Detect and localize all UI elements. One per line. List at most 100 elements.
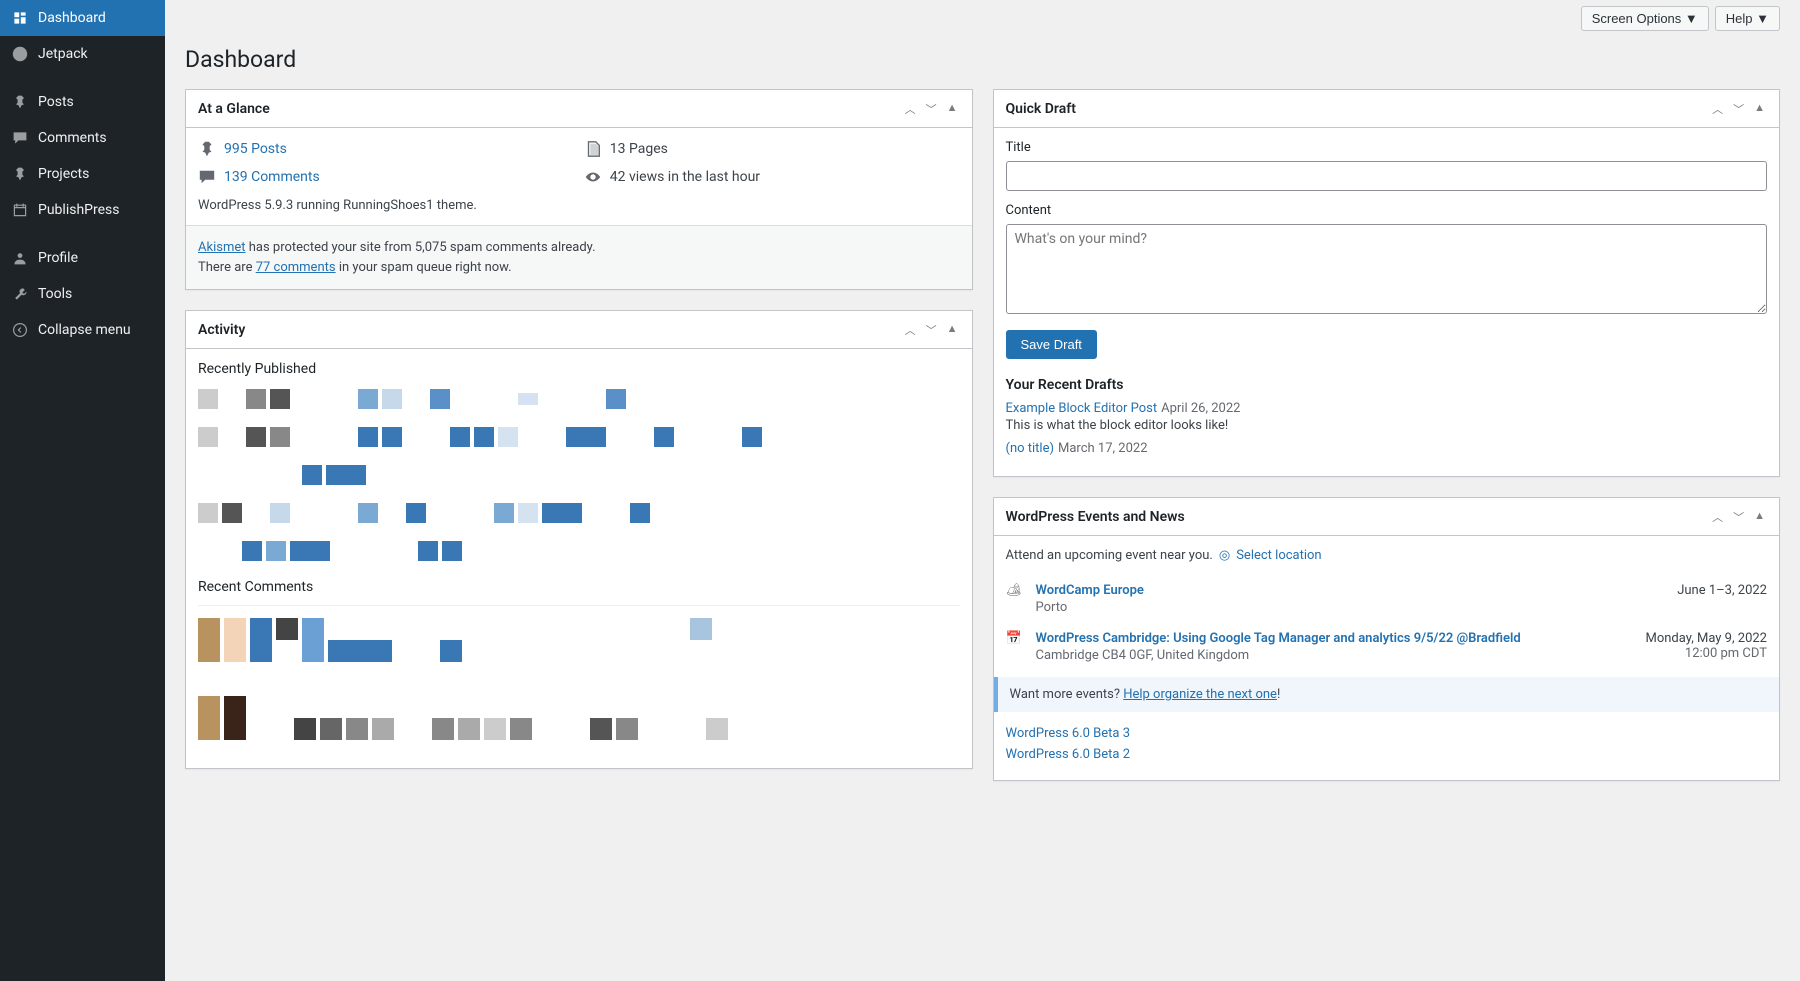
events-intro-text: Attend an upcoming event near you. xyxy=(1006,548,1213,563)
calendar-icon xyxy=(10,200,30,220)
glance-comments: 139 Comments xyxy=(198,168,574,186)
move-up-icon[interactable]: ︿ xyxy=(1710,99,1725,119)
main-content: Screen Options ▼ Help ▼ Dashboard At a G… xyxy=(165,0,1800,981)
views-text: 42 views in the last hour xyxy=(610,169,760,185)
eye-icon xyxy=(584,168,602,186)
draft-title-input[interactable] xyxy=(1006,161,1768,191)
sidebar-item-collapse[interactable]: Collapse menu xyxy=(0,312,165,348)
posts-link[interactable]: 995 Posts xyxy=(224,141,287,157)
draft-item: (no title)March 17, 2022 xyxy=(1006,441,1768,456)
content-label: Content xyxy=(1006,203,1768,218)
collapse-icon xyxy=(10,320,30,340)
sidebar-item-jetpack[interactable]: Jetpack xyxy=(0,36,165,72)
activity-widget: Activity ︿ ﹀ ▲ Recently Published xyxy=(185,310,973,769)
at-a-glance-widget: At a Glance ︿ ﹀ ▲ 995 Posts xyxy=(185,89,973,290)
events-news-widget: WordPress Events and News ︿ ﹀ ▲ Attend a… xyxy=(993,497,1781,781)
sidebar-item-label: Profile xyxy=(38,250,78,266)
meetup-icon: 📅 xyxy=(1006,631,1026,663)
widget-title: WordPress Events and News xyxy=(1006,509,1185,525)
topbar: Screen Options ▼ Help ▼ xyxy=(185,0,1780,37)
pin-icon xyxy=(10,92,30,112)
move-down-icon[interactable]: ﹀ xyxy=(1731,99,1746,119)
location-icon: ◎ xyxy=(1219,548,1230,563)
akismet-link[interactable]: Akismet xyxy=(198,240,246,255)
event-date: June 1–3, 2022 xyxy=(1677,583,1767,598)
sidebar-item-tools[interactable]: Tools xyxy=(0,276,165,312)
toggle-icon[interactable]: ▲ xyxy=(1752,99,1767,119)
widget-title: Quick Draft xyxy=(1006,101,1076,117)
sidebar-item-label: Posts xyxy=(38,94,74,110)
news-link[interactable]: WordPress 6.0 Beta 2 xyxy=(1006,747,1768,762)
pages-icon xyxy=(584,140,602,158)
tools-icon xyxy=(10,284,30,304)
event-item: 📅 WordPress Cambridge: Using Google Tag … xyxy=(1006,623,1768,671)
pin-icon xyxy=(198,140,216,158)
recent-comments-heading: Recent Comments xyxy=(198,579,960,595)
move-up-icon[interactable]: ︿ xyxy=(1710,507,1725,527)
toggle-icon[interactable]: ▲ xyxy=(945,320,960,340)
sidebar-item-label: Jetpack xyxy=(38,46,88,62)
glance-views: 42 views in the last hour xyxy=(584,168,960,186)
sidebar-item-dashboard[interactable]: Dashboard xyxy=(0,0,165,36)
news-link[interactable]: WordPress 6.0 Beta 3 xyxy=(1006,726,1768,741)
move-down-icon[interactable]: ﹀ xyxy=(924,99,939,119)
recently-published-heading: Recently Published xyxy=(198,361,960,377)
sidebar-item-label: Tools xyxy=(38,286,72,302)
wordcamp-icon: 🏕 xyxy=(1006,583,1026,615)
admin-sidebar: Dashboard Jetpack Posts Comments Project… xyxy=(0,0,165,981)
move-down-icon[interactable]: ﹀ xyxy=(1731,507,1746,527)
sidebar-item-label: Comments xyxy=(38,130,107,146)
toggle-icon[interactable]: ▲ xyxy=(1752,507,1767,527)
move-up-icon[interactable]: ︿ xyxy=(903,320,918,340)
sidebar-item-profile[interactable]: Profile xyxy=(0,240,165,276)
draft-link[interactable]: Example Block Editor Post xyxy=(1006,401,1158,416)
user-icon xyxy=(10,248,30,268)
widget-title: At a Glance xyxy=(198,101,270,117)
help-button[interactable]: Help ▼ xyxy=(1715,6,1780,31)
event-item: 🏕 WordCamp Europe Porto June 1–3, 2022 xyxy=(1006,575,1768,623)
sidebar-item-label: Collapse menu xyxy=(38,322,131,338)
event-link[interactable]: WordPress Cambridge: Using Google Tag Ma… xyxy=(1036,631,1521,646)
sidebar-item-label: PublishPress xyxy=(38,202,119,218)
toggle-icon[interactable]: ▲ xyxy=(945,99,960,119)
page-title: Dashboard xyxy=(185,37,1780,77)
event-date: Monday, May 9, 2022 xyxy=(1645,631,1767,646)
screen-options-button[interactable]: Screen Options ▼ xyxy=(1581,6,1709,31)
quick-draft-widget: Quick Draft ︿ ﹀ ▲ Title Cont xyxy=(993,89,1781,477)
widget-title: Activity xyxy=(198,322,245,338)
comment-icon xyxy=(198,168,216,186)
pin-icon xyxy=(10,164,30,184)
title-label: Title xyxy=(1006,140,1768,155)
akismet-notice: Akismet has protected your site from 5,0… xyxy=(186,225,972,289)
select-location-link[interactable]: Select location xyxy=(1236,548,1321,563)
jetpack-icon xyxy=(10,44,30,64)
recent-drafts-heading: Your Recent Drafts xyxy=(1006,377,1768,393)
glance-posts: 995 Posts xyxy=(198,140,574,158)
news-list: WordPress 6.0 Beta 3 WordPress 6.0 Beta … xyxy=(994,718,1780,780)
spam-queue-link[interactable]: 77 comments xyxy=(256,260,336,275)
sidebar-item-projects[interactable]: Projects xyxy=(0,156,165,192)
glance-pages: 13 Pages xyxy=(584,140,960,158)
dashboard-icon xyxy=(10,8,30,28)
draft-link[interactable]: (no title) xyxy=(1006,441,1055,456)
sidebar-item-comments[interactable]: Comments xyxy=(0,120,165,156)
comments-list-redacted xyxy=(198,605,960,740)
wp-version-line: WordPress 5.9.3 running RunningShoes1 th… xyxy=(198,198,960,213)
event-link[interactable]: WordCamp Europe xyxy=(1036,583,1144,598)
comments-link[interactable]: 139 Comments xyxy=(224,169,320,185)
event-time: 12:00 pm CDT xyxy=(1645,646,1767,661)
comment-icon xyxy=(10,128,30,148)
published-list-redacted xyxy=(198,387,960,563)
organize-link[interactable]: Help organize the next one xyxy=(1123,687,1277,702)
save-draft-button[interactable]: Save Draft xyxy=(1006,330,1097,359)
pages-text: 13 Pages xyxy=(610,141,668,157)
sidebar-item-label: Dashboard xyxy=(38,10,106,26)
draft-item: Example Block Editor PostApril 26, 2022 … xyxy=(1006,401,1768,433)
sidebar-item-posts[interactable]: Posts xyxy=(0,84,165,120)
move-down-icon[interactable]: ﹀ xyxy=(924,320,939,340)
draft-content-textarea[interactable] xyxy=(1006,224,1768,314)
sidebar-item-label: Projects xyxy=(38,166,89,182)
events-more-notice: Want more events? Help organize the next… xyxy=(994,677,1780,712)
move-up-icon[interactable]: ︿ xyxy=(903,99,918,119)
sidebar-item-publishpress[interactable]: PublishPress xyxy=(0,192,165,228)
